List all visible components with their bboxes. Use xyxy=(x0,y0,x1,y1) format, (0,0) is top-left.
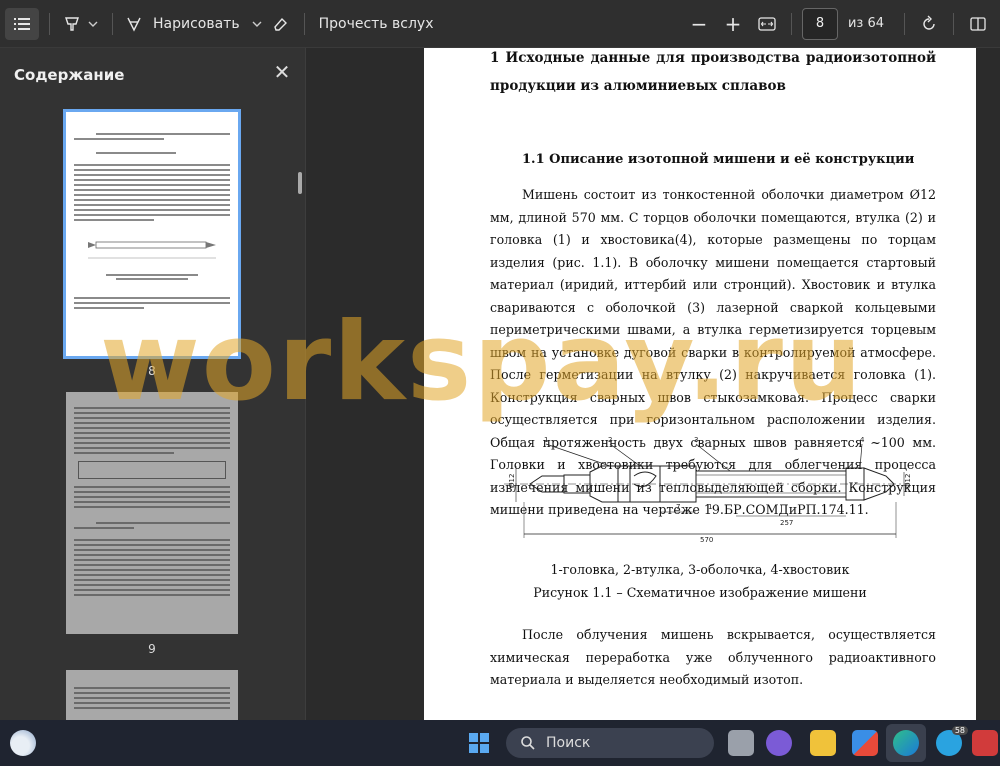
target-drawing: 1 2 3 4 570 257 7 1 Ø12 Ø12 xyxy=(504,436,912,544)
thumbnail-figure xyxy=(88,241,216,259)
file-explorer-icon[interactable] xyxy=(810,730,836,756)
office-app-icon[interactable] xyxy=(972,730,998,756)
paragraph: После облучения мишень вскрывается, осущ… xyxy=(490,627,936,687)
page-view-button[interactable] xyxy=(964,8,992,40)
dimension-7: 7 xyxy=(676,503,680,511)
draw-dropdown[interactable] xyxy=(248,8,266,40)
rotate-button[interactable] xyxy=(915,8,943,40)
divider xyxy=(49,12,50,35)
highlighter-icon xyxy=(65,16,79,31)
divider xyxy=(303,12,305,35)
draw-button[interactable]: Нарисовать xyxy=(145,8,248,40)
page-thumbnail-10[interactable] xyxy=(66,670,238,720)
chat-icon[interactable] xyxy=(766,730,792,756)
subsection-heading: 1.1 Описание изотопной мишени и её конст… xyxy=(522,152,915,167)
toolbar: Нарисовать Прочесть вслух − + 8 из 64 xyxy=(0,0,1000,48)
list-icon xyxy=(14,17,30,30)
figure-caption: Рисунок 1.1 – Схематичное изображение ми… xyxy=(533,585,867,600)
page-number-input[interactable]: 8 xyxy=(801,7,838,40)
store-icon[interactable] xyxy=(852,730,878,756)
read-aloud-button[interactable]: Прочесть вслух xyxy=(315,8,438,40)
close-panel-button[interactable]: ✕ xyxy=(270,60,294,84)
search-label: Поиск xyxy=(546,735,591,751)
start-button[interactable] xyxy=(466,730,492,756)
drawing-label-1: 1 xyxy=(544,436,548,444)
dimension-1: 1 xyxy=(708,503,712,511)
two-page-icon xyxy=(970,16,986,31)
telegram-icon[interactable]: 58 xyxy=(936,726,968,756)
taskbar-search[interactable]: Поиск xyxy=(506,728,714,758)
figure-legend: 1-головка, 2-втулка, 3-оболочка, 4-хвост… xyxy=(550,562,850,577)
dimension-257: 257 xyxy=(780,519,793,527)
edge-button[interactable] xyxy=(886,724,926,762)
page-total: из 64 xyxy=(847,16,884,31)
zoom-out-button[interactable]: − xyxy=(685,8,713,40)
divider xyxy=(953,12,954,35)
fit-width-button[interactable] xyxy=(753,8,781,40)
divider xyxy=(112,12,113,35)
search-icon xyxy=(521,736,535,750)
panel-title: Содержание xyxy=(14,66,125,84)
highlight-dropdown[interactable] xyxy=(84,8,102,40)
diameter-left: Ø12 xyxy=(508,474,516,488)
weather-icon[interactable] xyxy=(10,730,36,756)
divider xyxy=(790,12,792,35)
dimension-total: 570 xyxy=(700,536,713,544)
taskbar: Поиск 58 xyxy=(0,720,1000,766)
pen-icon xyxy=(127,17,141,32)
chevron-down-icon xyxy=(88,21,98,27)
page-thumbnail-9[interactable] xyxy=(66,392,238,634)
diameter-right: Ø12 xyxy=(904,474,912,488)
draw-icon-button[interactable] xyxy=(123,8,145,40)
eraser-icon xyxy=(273,17,287,31)
notification-badge: 58 xyxy=(951,726,968,735)
windows-icon xyxy=(469,733,489,753)
close-icon: ✕ xyxy=(273,60,291,84)
drawing-label-3: 3 xyxy=(694,436,698,444)
scrollbar[interactable] xyxy=(298,172,302,194)
divider xyxy=(904,12,905,35)
drawing-label-4: 4 xyxy=(860,436,865,444)
highlight-button[interactable] xyxy=(60,8,84,40)
drawing-label-2: 2 xyxy=(608,436,612,444)
fit-width-icon xyxy=(758,16,776,31)
section-heading: 1 Исходные данные для производства радио… xyxy=(490,50,936,94)
thumbnail-label: 9 xyxy=(148,642,156,656)
zoom-in-button[interactable]: + xyxy=(719,8,747,40)
task-view-icon[interactable] xyxy=(728,730,754,756)
rotate-icon xyxy=(923,15,935,30)
edge-icon xyxy=(893,730,919,756)
table-of-contents-button[interactable] xyxy=(5,7,39,40)
chevron-down-icon xyxy=(252,21,262,27)
watermark: workspay.ru xyxy=(100,300,864,425)
erase-button[interactable] xyxy=(266,8,294,40)
